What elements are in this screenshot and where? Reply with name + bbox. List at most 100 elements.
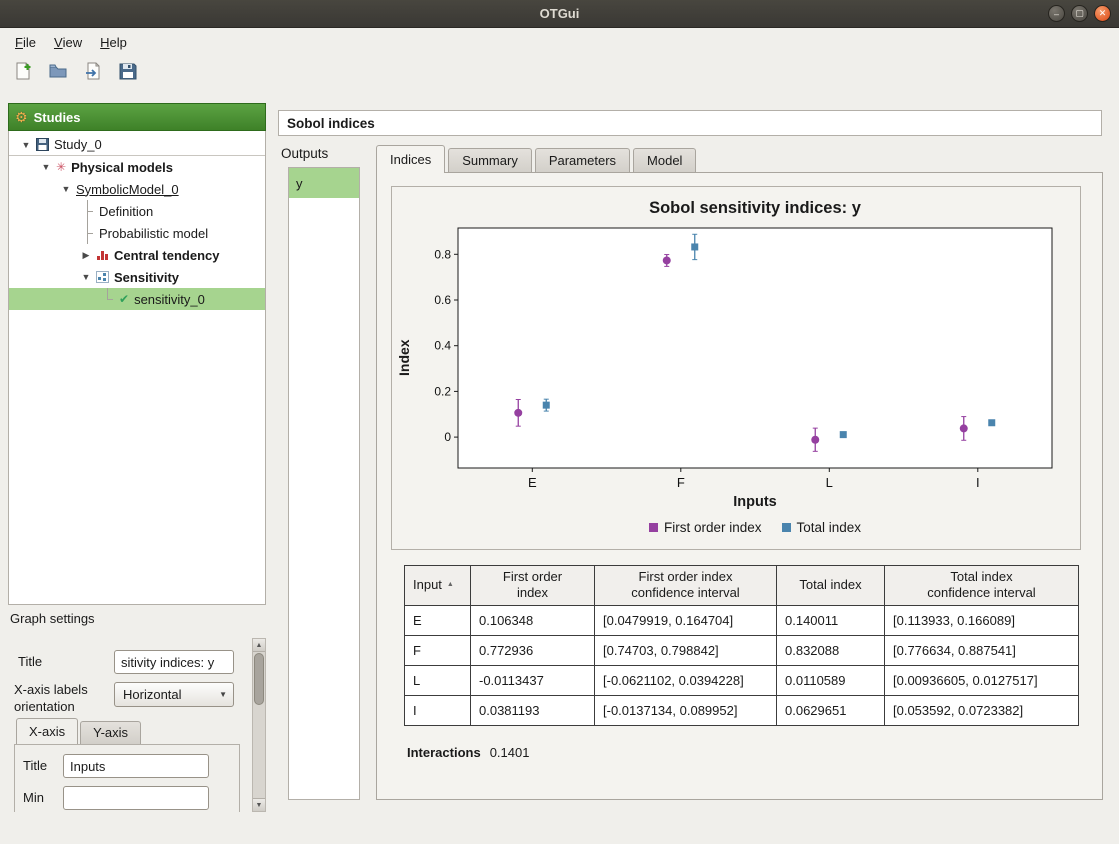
svg-text:F: F [677, 475, 685, 490]
chevron-down-icon[interactable]: ▼ [81, 272, 91, 282]
tab-parameters[interactable]: Parameters [535, 148, 630, 173]
menu-view[interactable]: View [45, 29, 91, 55]
tab-model[interactable]: Model [633, 148, 696, 173]
tab-indices[interactable]: Indices [376, 145, 445, 173]
cell-total: 0.140011 [777, 605, 885, 635]
tree-item-probabilistic-model[interactable]: Probabilistic model [9, 222, 265, 244]
sort-ascending-icon: ▲ [447, 581, 454, 588]
export-script-icon [83, 61, 103, 84]
cell-total: 0.832088 [777, 635, 885, 665]
svg-text:0: 0 [444, 430, 451, 444]
sobol-chart-frame: Sobol sensitivity indices: y Index 00.20… [391, 186, 1081, 550]
tree-branch-line [81, 200, 94, 222]
check-icon: ✔ [119, 293, 129, 305]
export-script-button[interactable] [80, 60, 106, 86]
outputs-list: y [288, 167, 360, 800]
xaxis-orientation-select[interactable]: Horizontal ▼ [114, 682, 234, 707]
cell-input: I [405, 695, 471, 725]
indices-tab-content: Sobol sensitivity indices: y Index 00.20… [376, 172, 1103, 800]
menu-help[interactable]: Help [91, 29, 136, 55]
tree-item-study-0[interactable]: ▼ Study_0 [9, 134, 265, 156]
tab-y-axis[interactable]: Y-axis [80, 721, 141, 744]
tree-item-sensitivity[interactable]: ▼ Sensitivity [9, 266, 265, 288]
cell-total-ci: [0.00936605, 0.0127517] [885, 665, 1079, 695]
studies-header: ⚙ Studies [8, 103, 266, 131]
scroll-down-icon[interactable]: ▼ [253, 798, 265, 811]
table-row: L -0.0113437 [-0.0621102, 0.0394228] 0.0… [405, 665, 1079, 695]
graph-settings-heading: Graph settings [10, 611, 95, 626]
scrollbar-thumb[interactable] [254, 653, 264, 705]
table-header-first-order[interactable]: First order index [471, 566, 595, 606]
menu-file[interactable]: File [6, 29, 45, 55]
chevron-down-icon[interactable]: ▼ [21, 140, 31, 150]
title-label: Title [18, 654, 42, 669]
chart-legend: First order index Total index [458, 520, 1052, 535]
cell-first-order-ci: [-0.0137134, 0.089952] [595, 695, 777, 725]
cell-first-order: 0.0381193 [471, 695, 595, 725]
cell-first-order: 0.772936 [471, 635, 595, 665]
window-title: OTGui [540, 6, 580, 21]
chart-y-axis-label: Index [396, 233, 418, 483]
maximize-button[interactable]: ▢ [1071, 5, 1088, 22]
tab-summary[interactable]: Summary [448, 148, 532, 173]
table-header-input[interactable]: Input▲ [405, 566, 471, 606]
save-icon [118, 61, 138, 84]
toolbar [0, 55, 1119, 90]
outputs-label: Outputs [281, 146, 328, 161]
cell-total: 0.0629651 [777, 695, 885, 725]
chevron-down-icon[interactable]: ▼ [41, 162, 51, 172]
svg-text:I: I [976, 475, 980, 490]
result-tabs: Indices Summary Parameters Model [376, 146, 699, 173]
cell-first-order: 0.106348 [471, 605, 595, 635]
chevron-down-icon[interactable]: ▼ [61, 184, 71, 194]
open-study-button[interactable] [45, 60, 71, 86]
table-header-first-order-ci[interactable]: First order index confidence interval [595, 566, 777, 606]
tree-item-symbolic-model[interactable]: ▼ SymbolicModel_0 [9, 178, 265, 200]
cell-first-order-ci: [0.74703, 0.798842] [595, 635, 777, 665]
table-header-total[interactable]: Total index [777, 566, 885, 606]
legend-first-order: First order index [649, 520, 762, 535]
tab-x-axis[interactable]: X-axis [16, 718, 78, 744]
new-study-button[interactable] [10, 60, 36, 86]
gears-icon: ⚙ [15, 110, 28, 124]
table-header-row: Input▲ First order index First order ind… [405, 566, 1079, 606]
tree-item-definition[interactable]: Definition [9, 200, 265, 222]
sensitivity-icon [96, 271, 109, 283]
chart-title: Sobol sensitivity indices: y [458, 199, 1052, 218]
cell-input: F [405, 635, 471, 665]
tree-item-sensitivity-0[interactable]: ✔ sensitivity_0 [9, 288, 265, 310]
chevron-right-icon[interactable]: ▶ [81, 250, 91, 261]
axis-title-input[interactable]: Inputs [63, 754, 209, 778]
axis-min-label: Min [23, 790, 44, 805]
study-disk-icon [36, 138, 49, 151]
central-tendency-icon [96, 249, 109, 261]
close-button[interactable]: ✕ [1094, 5, 1111, 22]
graph-title-input[interactable]: sitivity indices: y [114, 650, 234, 674]
svg-text:L: L [826, 475, 833, 490]
minimize-button[interactable]: – [1048, 5, 1065, 22]
tree-item-central-tendency[interactable]: ▶ Central tendency [9, 244, 265, 266]
interactions-label: Interactions [407, 745, 481, 760]
chart-x-axis-label: Inputs [458, 494, 1052, 510]
chart-body: Index 00.20.40.60.8EFLI [392, 222, 1080, 494]
table-row: E 0.106348 [0.0479919, 0.164704] 0.14001… [405, 605, 1079, 635]
scroll-up-icon[interactable]: ▲ [253, 639, 265, 652]
legend-swatch-first-order [649, 523, 658, 532]
table-header-total-ci[interactable]: Total index confidence interval [885, 566, 1079, 606]
analysis-title-field[interactable]: Sobol indices [278, 110, 1102, 136]
save-button[interactable] [115, 60, 141, 86]
tree-item-physical-models[interactable]: ▼ ✳ Physical models [9, 156, 265, 178]
tree-branch-line [101, 288, 114, 310]
cell-total-ci: [0.053592, 0.0723382] [885, 695, 1079, 725]
table-row: I 0.0381193 [-0.0137134, 0.089952] 0.062… [405, 695, 1079, 725]
settings-scrollbar[interactable]: ▲ ▼ [252, 638, 266, 812]
sobol-chart: 00.20.40.60.8EFLI [418, 222, 1058, 494]
interactions-value: 0.1401 [490, 745, 530, 760]
studies-header-label: Studies [34, 110, 81, 125]
xaxis-orientation-label: X-axis labels orientation [14, 682, 110, 716]
svg-text:E: E [528, 475, 537, 490]
output-item-y[interactable]: y [289, 168, 359, 198]
axis-tabs: X-axis Y-axis [16, 719, 143, 744]
cell-input: L [405, 665, 471, 695]
axis-min-input[interactable] [63, 786, 209, 810]
